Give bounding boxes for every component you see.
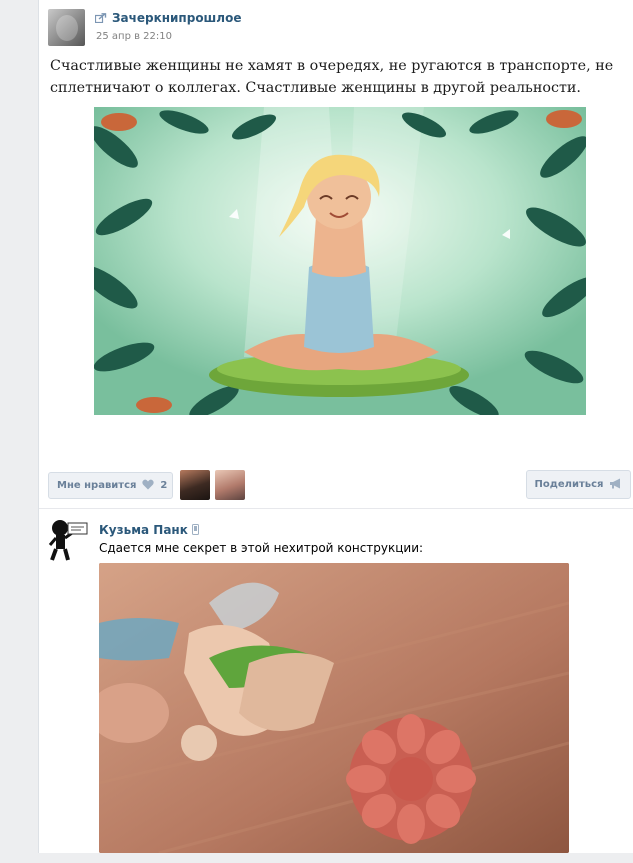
page-background: [0, 0, 38, 863]
comment-author-name[interactable]: Кузьма Панк: [99, 523, 188, 537]
like-label: Мне нравится: [57, 480, 137, 491]
liker-avatar[interactable]: [180, 470, 210, 500]
mobile-icon: [191, 520, 199, 539]
page-bottom: [0, 853, 633, 863]
liker-avatar[interactable]: [215, 470, 245, 500]
post-image[interactable]: [94, 107, 586, 415]
like-count: 2: [160, 480, 168, 491]
like-button[interactable]: Мне нравится 2: [48, 472, 173, 499]
wall-post: Зачеркнипрошлое 25 апр в 22:10 Счастливы…: [38, 0, 633, 863]
comment-author-row: Кузьма Панк: [99, 520, 199, 539]
share-label: Поделиться: [534, 479, 604, 490]
comment-image[interactable]: [99, 563, 569, 853]
post-avatar[interactable]: [48, 9, 85, 46]
comment-avatar[interactable]: [47, 518, 91, 562]
megaphone-icon: [609, 478, 622, 492]
post-date[interactable]: 25 апр в 22:10: [96, 31, 172, 42]
divider: [39, 508, 633, 509]
heart-icon: [142, 479, 155, 493]
post-author-name[interactable]: Зачеркнипрошлое: [112, 11, 241, 25]
repost-icon: [95, 13, 107, 23]
share-button[interactable]: Поделиться: [526, 470, 631, 499]
post-author-row: Зачеркнипрошлое: [95, 11, 241, 25]
post-text: Счастливые женщины не хамят в очередях, …: [50, 58, 614, 96]
comment-text: Сдается мне секрет в этой нехитрой конст…: [99, 541, 424, 555]
